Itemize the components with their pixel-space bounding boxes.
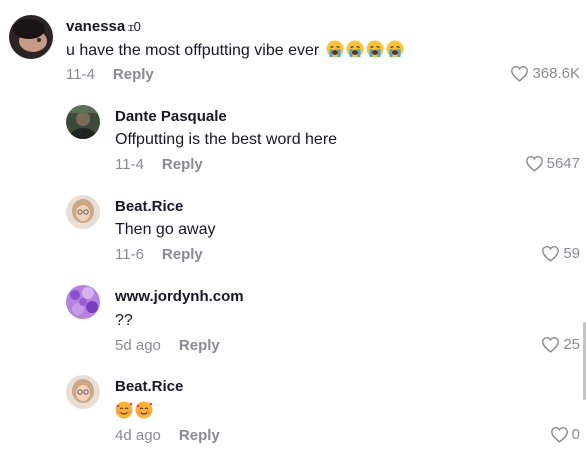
like-count: 0 [571,426,580,443]
comment-meta: 4d ago Reply [115,427,220,444]
heart-outline-icon [542,246,560,262]
like-button[interactable]: 0 [550,426,580,443]
reply-button[interactable]: Reply [179,427,220,444]
username[interactable]: vanessa ꮖ0 [66,18,141,35]
comment-text: u have the most offputting vibe ever [66,40,404,60]
loudly-crying-face-icon [324,40,404,59]
like-button[interactable]: 368.6K [510,65,580,82]
comment-meta: 11-4 Reply [115,156,203,173]
like-count: 59 [563,245,580,262]
reply-button[interactable]: Reply [179,337,220,354]
comment-meta: 11-6 Reply [115,246,203,263]
like-count: 368.6K [532,65,580,82]
username[interactable]: www.jordynh.com [115,288,244,305]
smiling-face-with-hearts-icon [115,401,153,420]
like-button[interactable]: 5647 [525,155,580,172]
comment-meta: 11-4 Reply [66,66,154,83]
avatar[interactable] [66,285,100,319]
comment-text: Offputting is the best word here [115,131,338,148]
username[interactable]: Beat.Rice [115,198,183,215]
heart-outline-icon [511,66,529,82]
reply-button[interactable]: Reply [162,156,203,173]
like-count: 5647 [546,155,580,172]
like-count: 25 [563,336,580,353]
username[interactable]: Dante Pasquale [115,108,227,125]
comment-date: 11-4 [66,66,95,83]
avatar[interactable] [66,375,100,409]
heart-outline-icon [550,427,568,443]
tag-label: ꮖ0 [128,19,141,34]
username[interactable]: Beat.Rice [115,378,183,395]
like-button[interactable]: 59 [541,245,580,262]
reply-button[interactable]: Reply [162,246,203,263]
comment-text: ?? [115,312,133,329]
heart-outline-icon [542,337,560,353]
heart-outline-icon [525,156,543,172]
avatar[interactable] [66,105,100,139]
comment-date: 5d ago [115,337,161,354]
reply-button[interactable]: Reply [113,66,154,83]
comment-text: Then go away [115,221,216,238]
comment-date: 4d ago [115,427,161,444]
avatar[interactable] [9,15,53,59]
comment-date: 11-6 [115,246,144,263]
comment-date: 11-4 [115,156,144,173]
comment-text [115,401,153,421]
like-button[interactable]: 25 [541,336,580,353]
comment-meta: 5d ago Reply [115,337,220,354]
avatar[interactable] [66,195,100,229]
